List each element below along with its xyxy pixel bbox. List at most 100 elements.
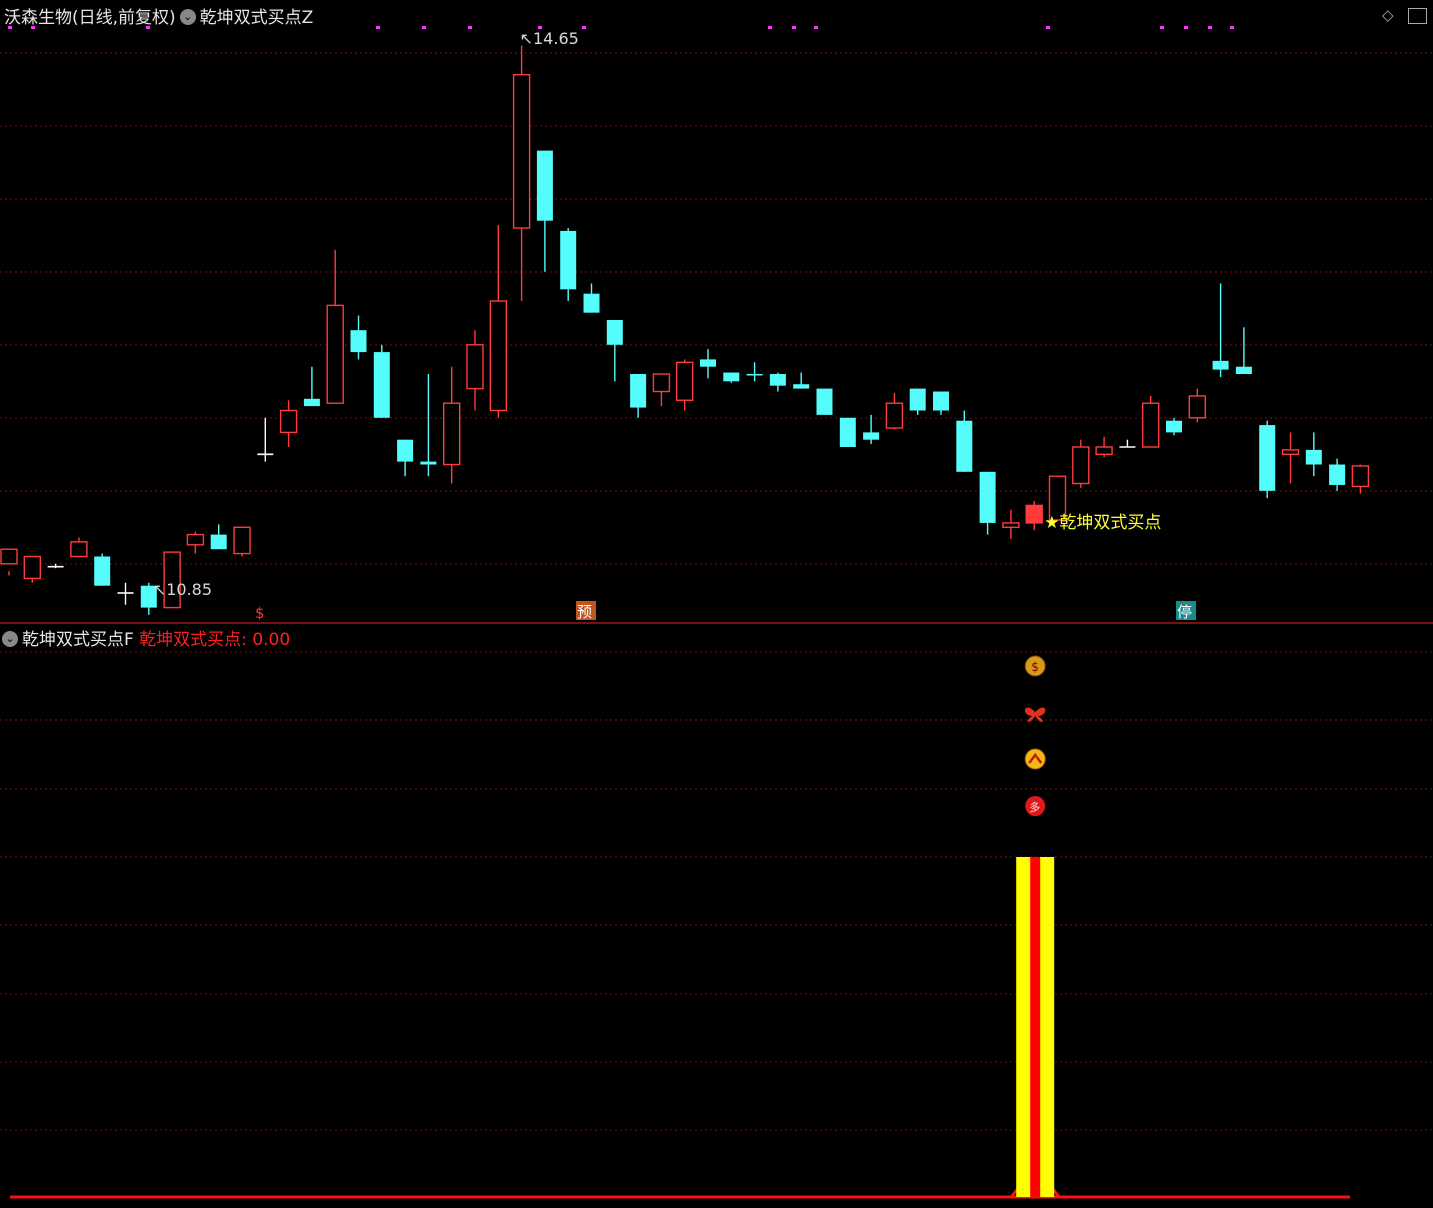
candle	[1141, 395, 1160, 448]
candle-body	[350, 330, 367, 353]
candle-body	[1212, 360, 1229, 370]
candle	[233, 526, 251, 557]
candle-body	[839, 417, 856, 447]
high-price-label: ↖14.65	[520, 29, 579, 48]
candle-body	[373, 352, 390, 418]
candle	[1119, 439, 1136, 448]
buy-signal-label: ★乾坤双式买点	[1044, 513, 1161, 533]
candle-body	[583, 293, 600, 313]
candle	[1305, 432, 1322, 477]
candle	[210, 524, 227, 550]
signal-dot	[8, 26, 12, 29]
kline-chart[interactable]: ↖14.65 ↖10.85 ★乾坤双式买点 $ 预 停 $ 多	[0, 0, 1433, 1208]
candle	[676, 359, 694, 411]
candle	[1259, 420, 1276, 499]
candle	[397, 439, 414, 477]
candle	[816, 388, 833, 415]
candle-body	[746, 374, 763, 376]
candle-body	[1329, 464, 1346, 485]
candle	[723, 372, 740, 383]
candle-body	[466, 344, 484, 390]
candle	[70, 537, 88, 558]
candle	[606, 319, 623, 382]
candle-body	[186, 533, 205, 546]
candle	[652, 373, 671, 407]
candle	[257, 417, 274, 462]
candle-body	[1166, 420, 1182, 433]
low-price-label: ↖10.85	[153, 580, 212, 599]
candle-body	[979, 471, 996, 523]
candle	[186, 531, 205, 554]
candle-body	[279, 409, 298, 434]
money-bag-symbol: $	[1031, 660, 1039, 674]
candle	[630, 374, 647, 418]
ting-marker: 停	[1177, 603, 1192, 621]
candle	[326, 249, 344, 404]
dollar-marker: $	[255, 604, 265, 622]
candle-body	[420, 461, 437, 465]
candle	[0, 548, 18, 576]
candle	[933, 391, 949, 415]
candle	[1212, 283, 1229, 377]
candle-body	[1072, 446, 1090, 485]
candle-body	[1235, 366, 1252, 374]
signal-dot	[1184, 26, 1188, 29]
up-arrow-circle-icon	[1024, 748, 1046, 770]
candle	[979, 471, 996, 535]
signal-dot	[1046, 26, 1050, 29]
candle-body	[816, 388, 833, 415]
duo-badge-text: 多	[1029, 800, 1040, 814]
candle-body	[606, 319, 623, 345]
candle	[746, 362, 763, 382]
signal-dot	[422, 26, 426, 29]
candle-body	[326, 304, 344, 404]
candle-body	[1281, 449, 1300, 456]
candle	[466, 330, 484, 411]
candle-body	[956, 420, 973, 472]
candle-body	[70, 541, 88, 558]
signal-bar-stripe	[1030, 857, 1041, 1197]
candle	[1235, 327, 1252, 374]
candle-body	[397, 439, 414, 462]
signal-dot	[792, 26, 796, 29]
signal-dot	[814, 26, 818, 29]
candle	[885, 392, 904, 430]
candle	[536, 150, 553, 272]
signal-dot	[31, 26, 35, 29]
candle-body	[23, 555, 41, 580]
candle	[793, 372, 810, 389]
candle	[1281, 432, 1300, 484]
candle-body	[1025, 504, 1043, 524]
candle-body	[210, 534, 227, 550]
candle-body	[536, 150, 553, 221]
candle	[279, 400, 298, 447]
candle-body	[0, 548, 18, 565]
candle	[117, 582, 134, 605]
candle	[512, 45, 531, 301]
candle	[303, 366, 320, 407]
candle-body	[303, 398, 320, 407]
candle	[909, 388, 926, 415]
candle-body	[512, 73, 531, 229]
candle	[420, 374, 437, 477]
candle	[560, 228, 577, 301]
candle-body	[1141, 402, 1160, 448]
signal-dot	[1160, 26, 1164, 29]
candle-body	[723, 372, 740, 382]
signal-dot	[1208, 26, 1212, 29]
signal-dot	[768, 26, 772, 29]
candle	[956, 410, 973, 472]
candle	[1329, 458, 1346, 491]
candle-body	[885, 402, 904, 429]
candle-body	[443, 402, 461, 466]
candle	[863, 414, 880, 445]
signal-dot	[146, 26, 150, 29]
candle-body	[1259, 425, 1276, 491]
candle-body	[1188, 395, 1207, 419]
candle-body	[652, 373, 671, 393]
candle-body	[1351, 465, 1370, 488]
candle	[23, 555, 41, 583]
candle	[489, 225, 507, 418]
candle	[94, 553, 111, 586]
signal-dot	[582, 26, 586, 29]
